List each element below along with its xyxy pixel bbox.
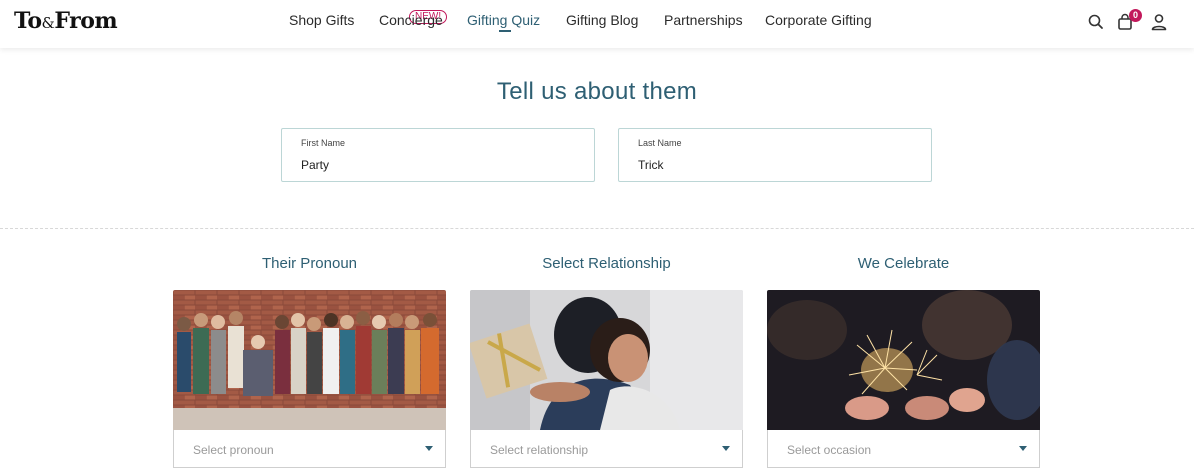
first-name-label: First Name	[301, 138, 346, 148]
first-name-input[interactable]	[301, 158, 571, 172]
nav-corporate-gifting[interactable]: Corporate Gifting	[765, 12, 872, 28]
occasion-select[interactable]: Select occasion	[767, 430, 1040, 468]
hug-with-gift-photo	[470, 290, 743, 430]
chevron-down-icon	[722, 446, 730, 451]
nav-gifting-quiz-label: Gifting Quiz	[467, 12, 541, 28]
section-divider	[0, 228, 1194, 229]
site-header: To&From Shop Gifts NEW! Concierge Giftin…	[0, 0, 1194, 48]
chevron-down-icon	[1019, 446, 1027, 451]
relationship-title: Select Relationship	[542, 255, 671, 272]
celebrate-title: We Celebrate	[857, 255, 950, 272]
chevron-down-icon	[425, 446, 433, 451]
nav-partnerships[interactable]: Partnerships	[664, 12, 743, 28]
last-name-field[interactable]: Last Name	[618, 128, 932, 182]
nav-gifting-blog[interactable]: Gifting Blog	[566, 12, 638, 28]
relationship-select[interactable]: Select relationship	[470, 430, 743, 468]
page-title: Tell us about them	[496, 78, 698, 105]
active-underline	[499, 30, 511, 32]
nav-shop-gifts[interactable]: Shop Gifts	[289, 12, 354, 28]
user-icon[interactable]	[1149, 12, 1169, 32]
relationship-placeholder: Select relationship	[490, 443, 589, 457]
cart-count-badge: 0	[1129, 9, 1142, 22]
nav-gifting-quiz[interactable]: Gifting Quiz	[467, 12, 541, 32]
pronoun-select[interactable]: Select pronoun	[173, 430, 446, 468]
occasion-placeholder: Select occasion	[787, 443, 872, 457]
pronoun-title: Their Pronoun	[261, 255, 358, 272]
pronoun-placeholder: Select pronoun	[193, 443, 274, 457]
nav-concierge[interactable]: Concierge	[379, 12, 443, 28]
group-of-diverse-people-photo	[173, 290, 446, 430]
sparklers-celebration-photo	[767, 290, 1040, 430]
last-name-label: Last Name	[638, 138, 682, 148]
main-nav: Shop Gifts NEW! Concierge Gifting Quiz G…	[0, 10, 1194, 32]
last-name-input[interactable]	[638, 158, 908, 172]
search-icon[interactable]	[1086, 12, 1106, 32]
first-name-field[interactable]: First Name	[281, 128, 595, 182]
